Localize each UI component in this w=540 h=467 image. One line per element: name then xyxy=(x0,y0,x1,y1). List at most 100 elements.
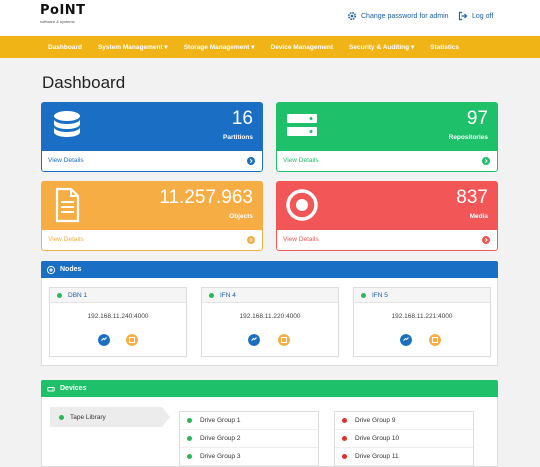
selected-arrow xyxy=(162,407,170,427)
logo-subtitle: software & systems xyxy=(40,19,75,24)
media-label: Media xyxy=(469,213,488,220)
arrow-circle-right-icon xyxy=(247,236,255,244)
node-card: IFN 5 192.168.11.221:4000 xyxy=(353,287,491,357)
node-card: DBN 1 192.168.11.240:4000 xyxy=(49,287,187,357)
objects-count: 11.257.963 xyxy=(159,187,253,208)
drive-group-name: Drive Group 10 xyxy=(355,435,400,442)
partitions-label: Partitions xyxy=(223,134,253,141)
node-header: IFN 5 xyxy=(354,288,490,303)
node-name: IFN 5 xyxy=(372,291,388,299)
drive-group-name: Drive Group 9 xyxy=(355,417,396,424)
tape-library-item[interactable]: Tape Library xyxy=(50,407,162,427)
logo: PoINT software & systems xyxy=(40,3,86,32)
nav-item-system-management[interactable]: System Management ▾ xyxy=(98,43,168,51)
nav-item-dashboard[interactable]: Dashboard xyxy=(48,44,82,51)
nav-item-device-management[interactable]: Device Management xyxy=(271,44,334,51)
repositories-view-details[interactable]: View Details xyxy=(276,151,498,172)
logo-text: PoINT xyxy=(40,3,86,18)
partitions-view-details[interactable]: View Details xyxy=(41,151,263,172)
node-name: IFN 4 xyxy=(220,291,236,299)
objects-label: Objects xyxy=(229,213,253,220)
objects-view-details[interactable]: View Details xyxy=(41,230,263,251)
disc-icon xyxy=(286,189,318,221)
hard-drive-icon xyxy=(47,386,55,391)
database-icon xyxy=(54,111,80,137)
logout-icon xyxy=(458,11,468,21)
node-header: DBN 1 xyxy=(50,288,186,303)
list-item[interactable]: Drive Group 9 xyxy=(335,412,473,430)
repositories-count: 97 xyxy=(466,108,488,129)
status-online-dot xyxy=(59,414,64,420)
node-ip: 192.168.11.220:4000 xyxy=(239,313,301,320)
status-dot xyxy=(187,436,192,441)
node-config-button[interactable] xyxy=(278,334,290,346)
nodes-panel-title: Nodes xyxy=(60,266,82,273)
repositories-label: Repositories xyxy=(448,134,488,141)
nav-item-storage-management[interactable]: Storage Management ▾ xyxy=(184,43,255,51)
list-item[interactable]: Drive Group 3 xyxy=(180,448,318,466)
status-online-dot xyxy=(57,292,62,298)
list-item[interactable]: Drive Group 10 xyxy=(335,430,473,448)
list-item[interactable]: Drive Group 2 xyxy=(180,430,318,448)
node-config-button[interactable] xyxy=(429,334,441,346)
devices-panel-header[interactable]: Devices xyxy=(41,380,498,397)
gear-icon xyxy=(347,11,357,21)
repositories-card: 97 Repositories View Details xyxy=(276,102,498,172)
drive-group-name: Drive Group 2 xyxy=(200,435,241,442)
plus-circle-icon xyxy=(47,265,55,274)
status-online-dot xyxy=(209,292,214,298)
objects-card-header: 11.257.963 Objects xyxy=(41,181,263,230)
node-config-button[interactable] xyxy=(126,334,138,346)
list-item[interactable]: Drive Group 1 xyxy=(180,412,318,430)
media-count: 837 xyxy=(456,187,488,208)
partitions-view-details-label: View Details xyxy=(48,157,84,164)
repositories-view-details-label: View Details xyxy=(283,157,319,164)
drive-group-name: Drive Group 1 xyxy=(200,417,241,424)
partitions-card: 16 Partitions View Details xyxy=(41,102,263,172)
node-info-button[interactable] xyxy=(400,334,412,346)
main-nav: Dashboard System Management ▾ Storage Ma… xyxy=(0,36,540,58)
node-info-button[interactable] xyxy=(98,334,110,346)
nav-item-security-auditing[interactable]: Security & Auditing ▾ xyxy=(349,43,414,51)
nodes-panel-header[interactable]: Nodes xyxy=(41,261,498,278)
status-dot xyxy=(187,418,192,423)
status-dot xyxy=(342,454,347,459)
drive-group-list-left: Drive Group 1 Drive Group 2 Drive Group … xyxy=(179,411,319,467)
media-view-details[interactable]: View Details xyxy=(276,230,498,251)
partitions-count: 16 xyxy=(231,108,253,129)
list-item[interactable]: Drive Group 11 xyxy=(335,448,473,466)
server-icon xyxy=(287,114,317,136)
nav-item-statistics[interactable]: Statistics xyxy=(430,44,459,51)
node-name: DBN 1 xyxy=(68,291,88,299)
node-card: IFN 4 192.168.11.220:4000 xyxy=(201,287,339,357)
page-title: Dashboard xyxy=(42,73,126,92)
repositories-card-header: 97 Repositories xyxy=(276,102,498,151)
drive-group-name: Drive Group 11 xyxy=(355,453,399,460)
devices-panel-title: Devices xyxy=(60,385,87,392)
status-dot xyxy=(342,436,347,441)
node-info-button[interactable] xyxy=(248,334,260,346)
status-dot xyxy=(342,418,347,423)
node-header: IFN 4 xyxy=(202,288,338,303)
objects-view-details-label: View Details xyxy=(48,236,84,243)
media-view-details-label: View Details xyxy=(283,236,319,243)
media-card-header: 837 Media xyxy=(276,181,498,230)
status-dot xyxy=(187,454,192,459)
partitions-card-header: 16 Partitions xyxy=(41,102,263,151)
arrow-circle-right-icon xyxy=(247,157,255,165)
logout-label: Log off xyxy=(472,12,494,20)
arrow-circle-right-icon xyxy=(482,236,490,244)
drive-group-name: Drive Group 3 xyxy=(200,453,241,460)
arrow-circle-right-icon xyxy=(482,157,490,165)
change-password-link[interactable]: Change password for admin xyxy=(347,11,449,21)
node-ip: 192.168.11.240:4000 xyxy=(87,313,149,320)
node-ip: 192.168.11.221:4000 xyxy=(391,313,453,320)
change-password-label: Change password for admin xyxy=(361,12,449,20)
file-icon xyxy=(55,187,80,223)
objects-card: 11.257.963 Objects View Details xyxy=(41,181,263,251)
top-header: PoINT software & systems Change password… xyxy=(0,0,540,36)
logout-link[interactable]: Log off xyxy=(458,11,493,21)
status-online-dot xyxy=(361,292,366,298)
tape-library-label: Tape Library xyxy=(70,413,106,421)
drive-group-list-right: Drive Group 9 Drive Group 10 Drive Group… xyxy=(334,411,474,467)
